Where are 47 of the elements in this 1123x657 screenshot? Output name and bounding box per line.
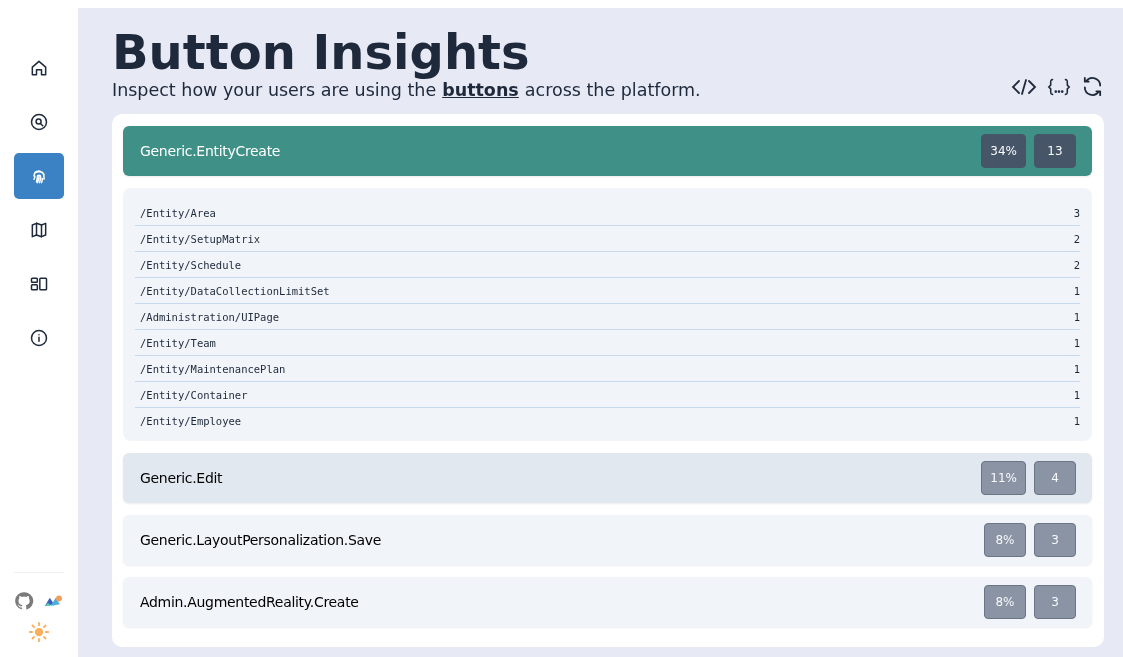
- percent-badge: 34%: [981, 134, 1026, 168]
- logo-icon[interactable]: [44, 594, 64, 608]
- path-count: 1: [1073, 284, 1080, 297]
- search-icon: [29, 112, 49, 132]
- path-text: /Entity/Container: [140, 388, 248, 401]
- map-icon: [29, 220, 49, 240]
- button-row[interactable]: Generic.EntityCreate 34% 13: [123, 126, 1092, 176]
- path-count: 1: [1073, 414, 1080, 427]
- path-text: /Entity/Schedule: [140, 258, 242, 271]
- button-row[interactable]: Admin.AugmentedReality.Create 8% 3: [123, 577, 1092, 627]
- json-icon[interactable]: [1047, 76, 1071, 97]
- code-icon[interactable]: [1011, 76, 1037, 97]
- button-name: Admin.AugmentedReality.Create: [140, 594, 359, 610]
- count-badge: 3: [1034, 523, 1076, 557]
- path-text: /Entity/Employee: [140, 414, 242, 427]
- button-name: Generic.Edit: [140, 470, 223, 486]
- home-icon: [29, 58, 49, 78]
- path-text: /Administration/UIPage: [140, 310, 280, 323]
- page-subtitle: across the platform.: [524, 80, 701, 100]
- path-count: 1: [1073, 310, 1080, 323]
- count-badge: 4: [1034, 461, 1076, 495]
- path-count: 2: [1073, 232, 1080, 245]
- path-text: /Entity/Team: [140, 336, 216, 349]
- page-subtitle: Inspect how your users are using the: [112, 80, 437, 100]
- path-count: 1: [1073, 336, 1080, 349]
- count-badge: 3: [1034, 585, 1076, 619]
- percent-badge: 8%: [984, 523, 1026, 557]
- button-row[interactable]: Generic.LayoutPersonalization.Save 8% 3: [123, 515, 1092, 565]
- percent-badge: 11%: [981, 461, 1026, 495]
- path-count: 2: [1073, 258, 1080, 271]
- path-count: 3: [1073, 206, 1080, 219]
- path-text: /Entity/DataCollectionLimitSet: [140, 284, 330, 297]
- path-text: /Entity/MaintenancePlan: [140, 362, 286, 375]
- path-count: 1: [1073, 362, 1080, 375]
- path-count: 1: [1073, 388, 1080, 401]
- percent-badge: 8%: [984, 585, 1026, 619]
- button-name: Generic.EntityCreate: [140, 143, 281, 159]
- path-text: /Entity/SetupMatrix: [140, 232, 261, 245]
- buttons-link[interactable]: buttons: [442, 80, 519, 100]
- refresh-icon[interactable]: [1081, 75, 1104, 98]
- info-icon: [29, 328, 49, 348]
- count-badge: 13: [1034, 134, 1076, 168]
- github-icon[interactable]: [14, 591, 34, 611]
- button-name: Generic.LayoutPersonalization.Save: [140, 532, 382, 548]
- path-text: /Entity/Area: [140, 206, 216, 219]
- button-row[interactable]: Generic.Edit 11% 4: [123, 453, 1092, 503]
- layout-icon: [29, 274, 49, 294]
